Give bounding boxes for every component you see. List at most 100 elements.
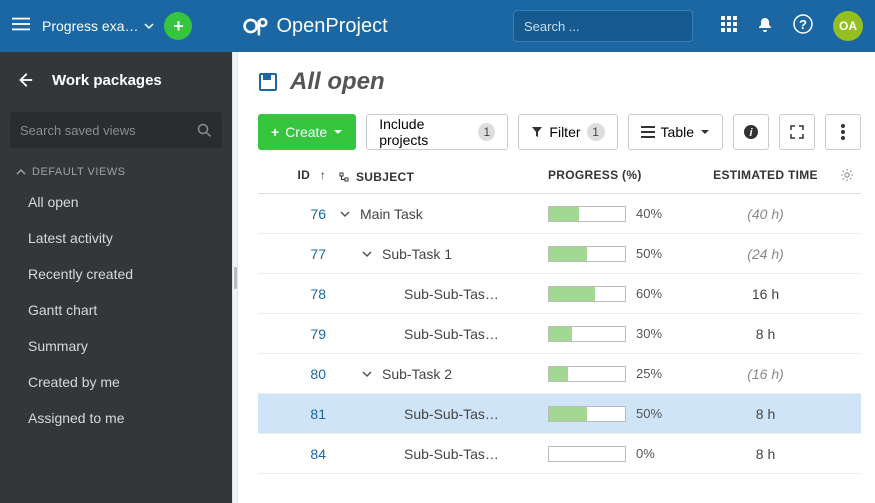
sidebar-item[interactable]: Recently created: [0, 256, 232, 292]
progress-bar: [548, 326, 626, 342]
help-icon[interactable]: ?: [793, 14, 813, 39]
cell-progress: 25%: [548, 366, 698, 382]
cell-subject[interactable]: Sub-Task 1: [338, 246, 548, 262]
subject-text: Sub-Task 2: [382, 366, 452, 382]
chevron-down-icon[interactable]: [338, 209, 352, 219]
sidebar: Work packages DEFAULT VIEWS All openLate…: [0, 52, 232, 503]
cell-id[interactable]: 79: [258, 326, 338, 342]
project-selector[interactable]: Progress exa…: [42, 18, 154, 34]
cell-progress: 40%: [548, 206, 698, 222]
subject-text: Sub-Task 1: [382, 246, 452, 262]
cell-subject[interactable]: Main Task: [338, 206, 548, 222]
table-row[interactable]: 78Sub-Sub-Tas…60%16 h: [258, 274, 861, 314]
progress-bar: [548, 206, 626, 222]
save-icon[interactable]: [258, 72, 278, 92]
progress-percent: 60%: [636, 286, 662, 301]
global-search-input[interactable]: [524, 19, 700, 34]
filter-count-badge: 1: [587, 123, 605, 141]
progress-percent: 25%: [636, 366, 662, 381]
column-header-id[interactable]: ID ↑: [258, 168, 338, 185]
view-title-row: All open: [258, 68, 861, 96]
cell-estimated: 8 h: [698, 406, 833, 422]
global-add-button[interactable]: +: [164, 12, 192, 40]
cell-id[interactable]: 76: [258, 206, 338, 222]
caret-down-icon: [333, 127, 343, 137]
column-header-estimated[interactable]: ESTIMATED TIME: [698, 168, 833, 185]
create-button[interactable]: + Create: [258, 114, 356, 150]
cell-progress: 0%: [548, 446, 698, 462]
back-arrow-icon[interactable]: [16, 71, 34, 89]
more-menu-button[interactable]: [825, 114, 861, 150]
column-header-subject[interactable]: SUBJECT: [338, 168, 548, 185]
sidebar-search-input[interactable]: [20, 123, 197, 138]
cell-id[interactable]: 84: [258, 446, 338, 462]
cell-subject[interactable]: Sub-Sub-Tas…: [338, 446, 548, 462]
hamburger-icon[interactable]: [12, 15, 32, 38]
caret-down-icon: [700, 127, 710, 137]
cell-estimated: (16 h): [698, 366, 833, 382]
table-icon: [641, 126, 655, 138]
plus-icon: +: [271, 124, 279, 140]
sidebar-group-header[interactable]: DEFAULT VIEWS: [0, 158, 232, 184]
table-row[interactable]: 80 Sub-Task 2 25% (16 h): [258, 354, 861, 394]
table-row[interactable]: 79Sub-Sub-Tas…30%8 h: [258, 314, 861, 354]
view-mode-button[interactable]: Table: [628, 114, 723, 150]
openproject-icon: [242, 13, 268, 39]
table-row[interactable]: 84Sub-Sub-Tas… 0% 8 h: [258, 434, 861, 474]
cell-estimated: (40 h): [698, 206, 833, 222]
avatar[interactable]: OA: [833, 11, 863, 41]
progress-percent: 50%: [636, 246, 662, 261]
column-header-progress[interactable]: PROGRESS (%): [548, 168, 698, 185]
table-row[interactable]: 77Sub-Task 150%(24 h): [258, 234, 861, 274]
progress-percent: 0%: [636, 446, 655, 461]
chevron-down-icon[interactable]: [360, 249, 374, 259]
table-row[interactable]: 81Sub-Sub-Tas…50%8 h: [258, 394, 861, 434]
cell-subject[interactable]: Sub-Sub-Tas…: [338, 326, 548, 342]
sidebar-search[interactable]: [10, 112, 222, 148]
cell-id[interactable]: 81: [258, 406, 338, 422]
cell-id[interactable]: 77: [258, 246, 338, 262]
cell-id[interactable]: 78: [258, 286, 338, 302]
caret-down-icon: [144, 21, 154, 31]
fullscreen-button[interactable]: [779, 114, 815, 150]
sidebar-item[interactable]: Latest activity: [0, 220, 232, 256]
info-button[interactable]: i: [733, 114, 769, 150]
sort-asc-icon: ↑: [320, 168, 326, 182]
modules-icon[interactable]: [721, 16, 737, 37]
cell-id[interactable]: 80: [258, 366, 338, 382]
toolbar: + Create Include projects 1 Filter 1 Tab…: [258, 114, 861, 150]
cell-progress: 60%: [548, 286, 698, 302]
hierarchy-icon: [338, 171, 350, 183]
bell-icon[interactable]: [757, 16, 773, 37]
table-row[interactable]: 76Main Task40%(40 h): [258, 194, 861, 234]
cell-subject[interactable]: Sub-Task 2: [338, 366, 548, 382]
cell-progress: 50%: [548, 246, 698, 262]
cell-subject[interactable]: Sub-Sub-Tas…: [338, 406, 548, 422]
sidebar-item[interactable]: All open: [0, 184, 232, 220]
sidebar-header: Work packages: [0, 52, 232, 108]
cell-estimated: 8 h: [698, 326, 833, 342]
progress-bar: [548, 406, 626, 422]
column-settings-button[interactable]: [833, 168, 861, 185]
progress-bar: [548, 286, 626, 302]
progress-bar: [548, 366, 626, 382]
sidebar-item[interactable]: Created by me: [0, 364, 232, 400]
search-icon: [197, 123, 212, 138]
sidebar-items: All openLatest activityRecently createdG…: [0, 184, 232, 436]
sidebar-item[interactable]: Gantt chart: [0, 292, 232, 328]
svg-text:?: ?: [799, 17, 807, 32]
sidebar-item[interactable]: Assigned to me: [0, 400, 232, 436]
cell-estimated: 8 h: [698, 446, 833, 462]
filter-button[interactable]: Filter 1: [518, 114, 617, 150]
top-bar: Progress exa… + OpenProject ? OA: [0, 0, 875, 52]
global-search[interactable]: [513, 10, 693, 42]
cell-subject[interactable]: Sub-Sub-Tas…: [338, 286, 548, 302]
sidebar-item[interactable]: Summary: [0, 328, 232, 364]
include-projects-button[interactable]: Include projects 1: [366, 114, 508, 150]
brand-logo[interactable]: OpenProject: [242, 13, 387, 39]
view-title: All open: [290, 68, 385, 96]
chevron-down-icon[interactable]: [360, 369, 374, 379]
chevron-up-icon: [16, 167, 26, 177]
gear-icon: [840, 168, 854, 182]
info-icon: i: [743, 124, 759, 140]
